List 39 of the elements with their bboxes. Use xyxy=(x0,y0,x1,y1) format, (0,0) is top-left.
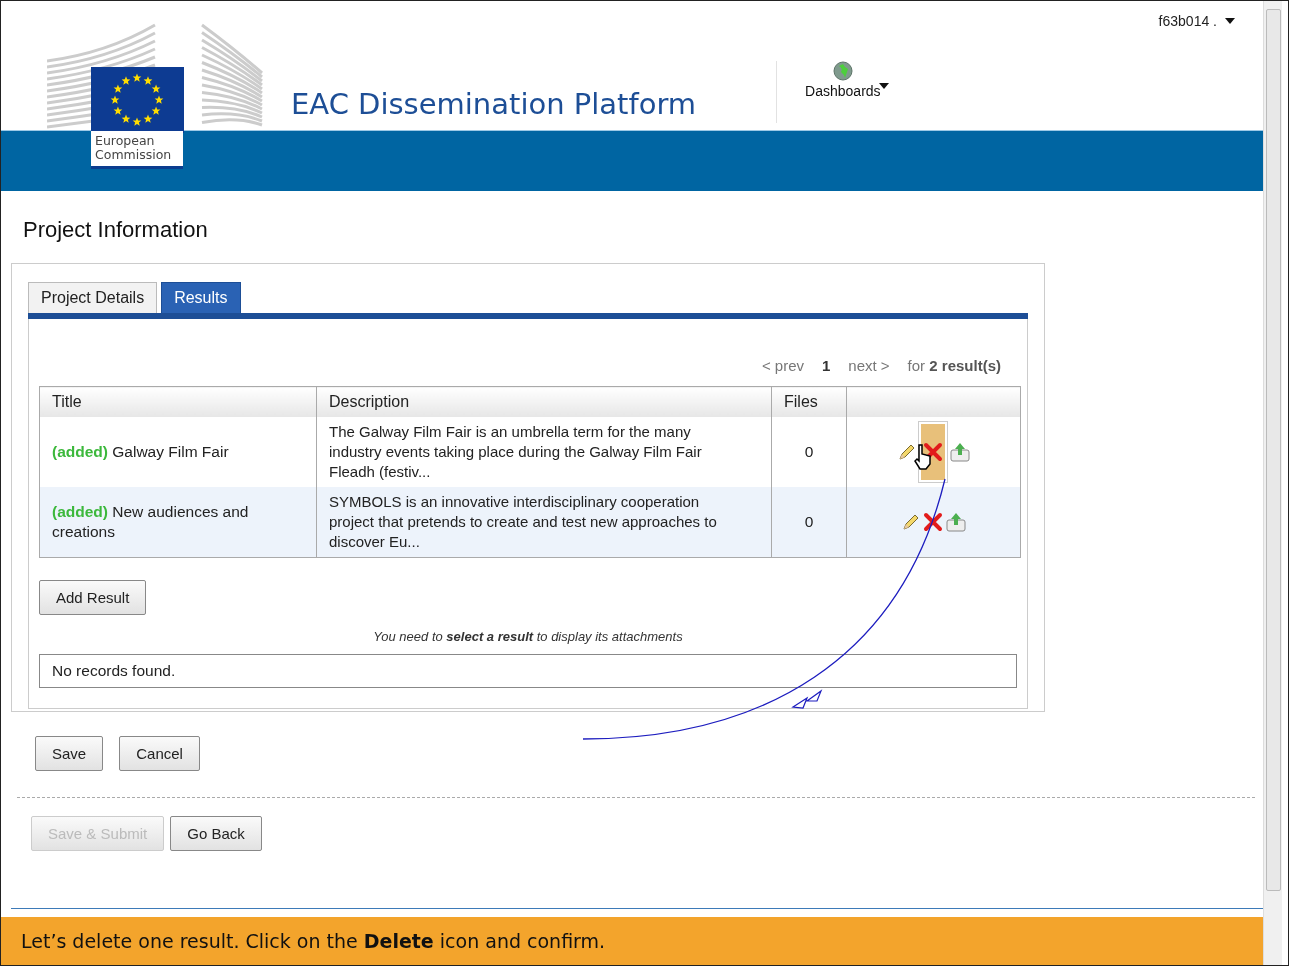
result-count: for 2 result(s) xyxy=(907,357,1001,374)
table-cell: 0 xyxy=(771,487,847,558)
user-menu[interactable]: f63b014 . xyxy=(1152,12,1241,30)
empty-message: No records found. xyxy=(39,654,1017,688)
pencil-icon xyxy=(900,512,921,532)
tab[interactable]: Results xyxy=(161,282,241,313)
delete-icon xyxy=(922,512,943,532)
tutorial-text: Let’s delete one result. Click on the Delete icon and confirm. xyxy=(21,930,606,952)
hint-text: You need to select a result to display its attachments xyxy=(372,629,684,644)
edit-button[interactable] xyxy=(900,512,921,532)
table-cell: (added) New audiences and creations xyxy=(39,487,317,558)
page-number: 1 xyxy=(822,357,831,374)
upload-icon xyxy=(944,511,967,533)
next-link[interactable]: next > xyxy=(848,357,890,374)
delete-icon xyxy=(922,442,943,462)
globe-icon xyxy=(832,61,853,81)
dashboards-menu[interactable]: Dashboards xyxy=(805,83,881,99)
pencil-icon xyxy=(896,442,917,462)
form-button[interactable]: Save xyxy=(35,736,104,771)
column-header: Title xyxy=(39,386,317,417)
tab[interactable]: Project Details xyxy=(28,282,158,313)
upload-button[interactable] xyxy=(948,441,971,463)
delete-button[interactable] xyxy=(922,512,943,532)
scrollbar[interactable] xyxy=(1263,1,1282,965)
footer-button[interactable]: Go Back xyxy=(170,816,262,851)
form-button[interactable]: Cancel xyxy=(119,736,200,771)
edit-button[interactable] xyxy=(896,442,917,462)
prev-link[interactable]: < prev xyxy=(761,357,804,374)
site-title: EAC Dissemination Platform xyxy=(291,87,697,123)
column-header: Files xyxy=(771,386,847,417)
upload-icon xyxy=(948,441,971,463)
logo-text: European Commission xyxy=(91,131,183,169)
column-header: Description xyxy=(316,386,772,417)
caret-icon xyxy=(878,83,889,89)
page-title: Project Information xyxy=(23,217,209,243)
eu-flag-icon xyxy=(91,67,184,133)
add-result-button[interactable]: Add Result xyxy=(39,580,147,615)
caret-icon xyxy=(1225,18,1235,24)
table-cell: SYMBOLS is an innovative interdisciplinary cooperation project that pretends to create and test new approaches to discover Eu... xyxy=(316,487,772,558)
